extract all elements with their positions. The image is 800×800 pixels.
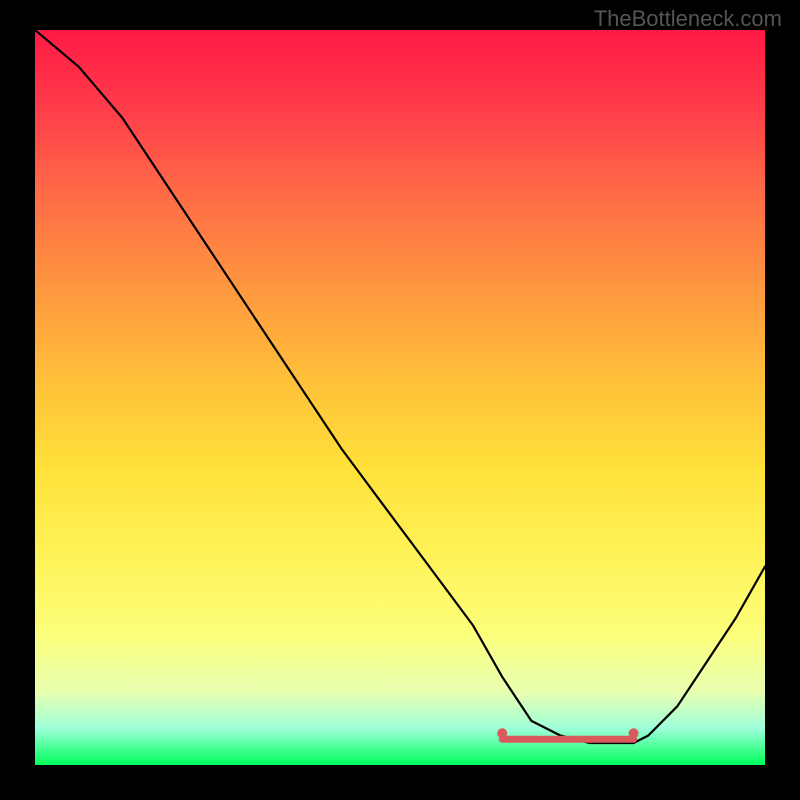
- bottleneck-curve-path: [35, 30, 765, 743]
- optimal-band-dot-right: [629, 728, 639, 738]
- chart-svg: [35, 30, 765, 765]
- plot-area: [35, 30, 765, 765]
- watermark-text: TheBottleneck.com: [594, 6, 782, 32]
- optimal-band-dot-left: [497, 728, 507, 738]
